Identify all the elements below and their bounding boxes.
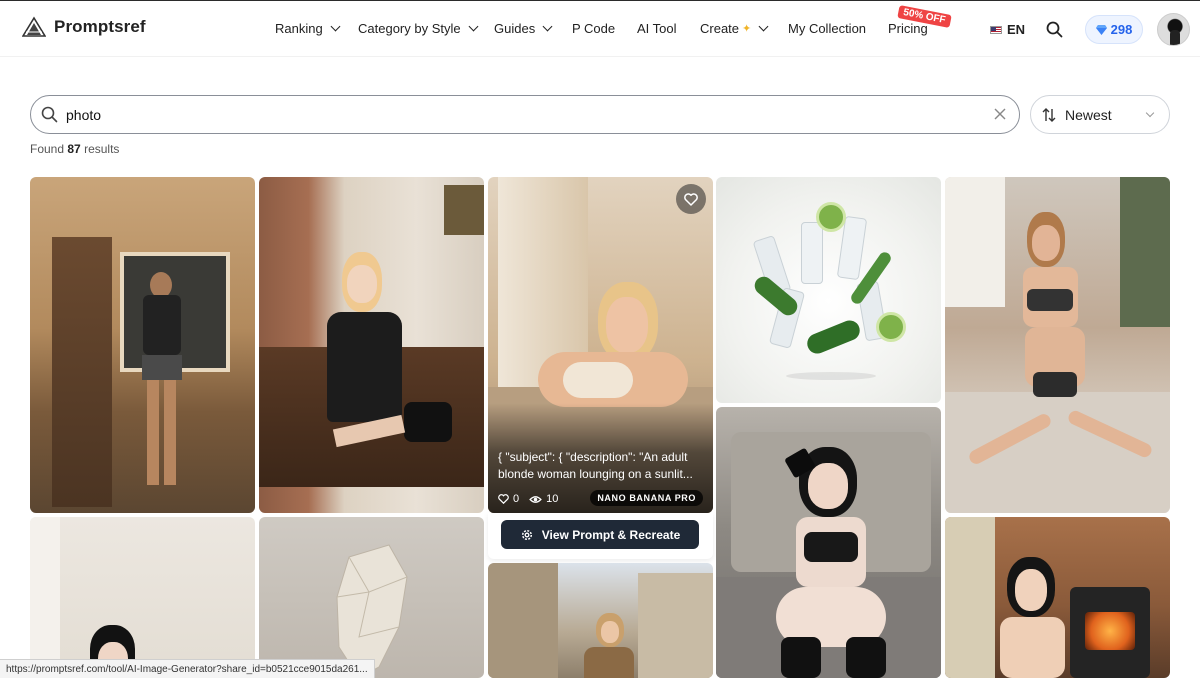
chevron-down-icon	[758, 21, 769, 32]
card-image	[716, 407, 941, 678]
search-bar	[30, 95, 1020, 134]
card-info-overlay: { "subject": { "description": "An adult …	[488, 403, 713, 513]
results-suffix: results	[84, 142, 120, 156]
card-image	[30, 177, 255, 513]
result-card[interactable]	[30, 517, 255, 678]
chevron-down-icon	[330, 21, 341, 32]
credits-badge[interactable]: 298	[1085, 15, 1143, 44]
views-stat: 10	[529, 493, 558, 505]
nav-category-label: Category by Style	[358, 21, 461, 36]
card-image	[30, 517, 255, 678]
card-image	[488, 563, 713, 678]
card-stats: 0 10	[498, 493, 558, 505]
chevron-down-icon	[1145, 108, 1155, 118]
logo-icon	[22, 16, 46, 37]
result-card[interactable]	[945, 517, 1170, 678]
likes-count: 0	[513, 493, 520, 505]
nav-ai-tool[interactable]: AI Tool	[637, 21, 677, 36]
brand-name: Promptsref	[54, 17, 146, 36]
brand-logo[interactable]: Promptsref	[22, 16, 146, 38]
language-selector[interactable]: EN	[990, 22, 1025, 37]
language-label: EN	[1007, 22, 1026, 37]
view-prompt-recreate-button[interactable]: View Prompt & Recreate	[501, 520, 699, 549]
user-avatar[interactable]	[1157, 13, 1190, 46]
heart-icon	[498, 494, 509, 504]
gear-icon	[521, 529, 532, 540]
card-image	[945, 177, 1170, 513]
heart-icon	[684, 192, 698, 206]
card-image	[259, 177, 484, 513]
nav-p-code[interactable]: P Code	[572, 21, 615, 36]
results-count: Found 87 results	[30, 142, 119, 156]
us-flag-icon	[990, 25, 1002, 34]
views-count: 10	[546, 493, 559, 505]
sparkle-icon: ✦	[742, 23, 752, 35]
nav-category-by-style[interactable]: Category by Style	[358, 21, 479, 36]
model-tag: NANO BANANA PRO	[590, 490, 703, 506]
close-icon[interactable]	[993, 107, 1007, 121]
nav-my-collection-label: My Collection	[788, 21, 867, 36]
nav-pricing[interactable]: Pricing	[888, 21, 928, 36]
favorite-button[interactable]	[676, 184, 706, 214]
link-status-bar: https://promptsref.com/tool/AI-Image-Gen…	[0, 659, 375, 678]
result-card[interactable]	[30, 177, 255, 513]
sort-label: Newest	[1065, 106, 1112, 123]
search-input[interactable]	[66, 106, 1019, 123]
result-card-hovered[interactable]: { "subject": { "description": "An adult …	[488, 177, 713, 513]
eye-icon	[529, 495, 542, 503]
nav-ranking-label: Ranking	[275, 21, 323, 36]
sort-arrows-icon	[1042, 107, 1056, 122]
search-icon	[41, 106, 58, 123]
result-card[interactable]	[945, 177, 1170, 513]
nav-ai-tool-label: AI Tool	[637, 21, 677, 36]
results-number: 87	[67, 142, 81, 156]
chevron-down-icon	[468, 21, 479, 32]
likes-stat: 0	[498, 493, 519, 505]
prompt-preview: { "subject": { "description": "An adult …	[498, 450, 693, 481]
credits-count: 298	[1110, 22, 1133, 37]
nav-my-collection[interactable]: My Collection	[788, 21, 866, 36]
result-card[interactable]	[488, 563, 713, 678]
result-card[interactable]	[259, 177, 484, 513]
sort-dropdown[interactable]: Newest	[1030, 95, 1170, 134]
card-image	[945, 517, 1170, 678]
recreate-label: View Prompt & Recreate	[541, 527, 681, 542]
nav-pricing-label: Pricing	[888, 21, 928, 36]
card-image	[716, 177, 941, 403]
nav-create-label: Create	[700, 21, 740, 36]
top-navigation: Promptsref Ranking Category by Style Gui…	[0, 1, 1200, 57]
results-prefix: Found	[30, 142, 65, 156]
result-card[interactable]	[716, 177, 941, 403]
nav-guides[interactable]: Guides	[494, 21, 553, 36]
search-icon	[1046, 21, 1063, 38]
search-button[interactable]	[1046, 21, 1063, 43]
diamond-icon	[1095, 24, 1107, 35]
chevron-down-icon	[542, 21, 553, 32]
nav-create[interactable]: Create ✦	[700, 21, 769, 36]
nav-p-code-label: P Code	[572, 21, 616, 36]
card-image	[259, 517, 484, 678]
nav-ranking[interactable]: Ranking	[275, 21, 341, 36]
nav-guides-label: Guides	[494, 21, 536, 36]
result-card[interactable]	[259, 517, 484, 678]
result-card[interactable]	[716, 407, 941, 678]
origami-head-image	[336, 544, 408, 678]
